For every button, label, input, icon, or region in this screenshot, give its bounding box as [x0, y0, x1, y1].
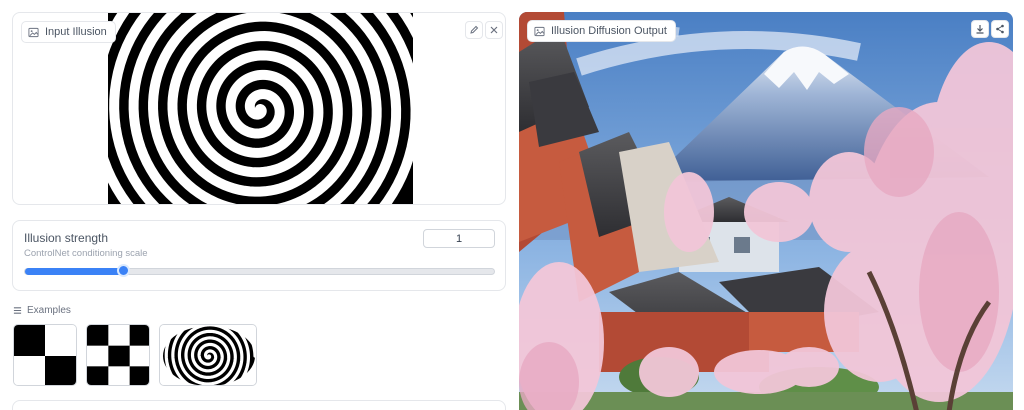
example-spiral[interactable]	[159, 324, 257, 386]
image-icon	[534, 26, 545, 36]
clear-button[interactable]	[485, 21, 503, 39]
checkerboard-large-image	[14, 325, 76, 385]
spiral-illusion-image	[108, 13, 413, 204]
input-illusion-panel[interactable]: Input Illusion	[12, 12, 506, 205]
example-checkerboard-large[interactable]	[13, 324, 77, 386]
illusion-strength-panel: Illusion strength ControlNet conditionin…	[12, 220, 506, 291]
list-icon	[13, 307, 22, 314]
close-icon	[490, 26, 498, 34]
edit-button[interactable]	[465, 21, 483, 39]
bottom-panel	[12, 400, 506, 410]
strength-number-input[interactable]: 1	[423, 229, 495, 248]
checkerboard-small-image	[87, 325, 149, 385]
download-icon	[976, 25, 984, 34]
illusion-output-panel: Illusion Diffusion Output	[519, 12, 1013, 410]
output-label: Illusion Diffusion Output	[527, 20, 676, 42]
strength-slider[interactable]	[24, 264, 495, 277]
illusion-strength-title: Illusion strength	[24, 231, 109, 245]
download-button[interactable]	[971, 20, 989, 38]
example-checkerboard-small[interactable]	[86, 324, 150, 386]
illusion-strength-subtitle: ControlNet conditioning scale	[24, 248, 148, 259]
share-icon	[996, 24, 1004, 34]
share-button[interactable]	[991, 20, 1009, 38]
slider-fill	[25, 268, 124, 275]
slider-thumb[interactable]	[117, 264, 131, 277]
examples-label: Examples	[13, 305, 71, 316]
pencil-icon	[470, 25, 479, 34]
spiral-example-image	[160, 325, 256, 385]
image-icon	[28, 27, 39, 37]
output-image	[519, 12, 1013, 410]
input-illusion-label: Input Illusion	[21, 21, 116, 43]
